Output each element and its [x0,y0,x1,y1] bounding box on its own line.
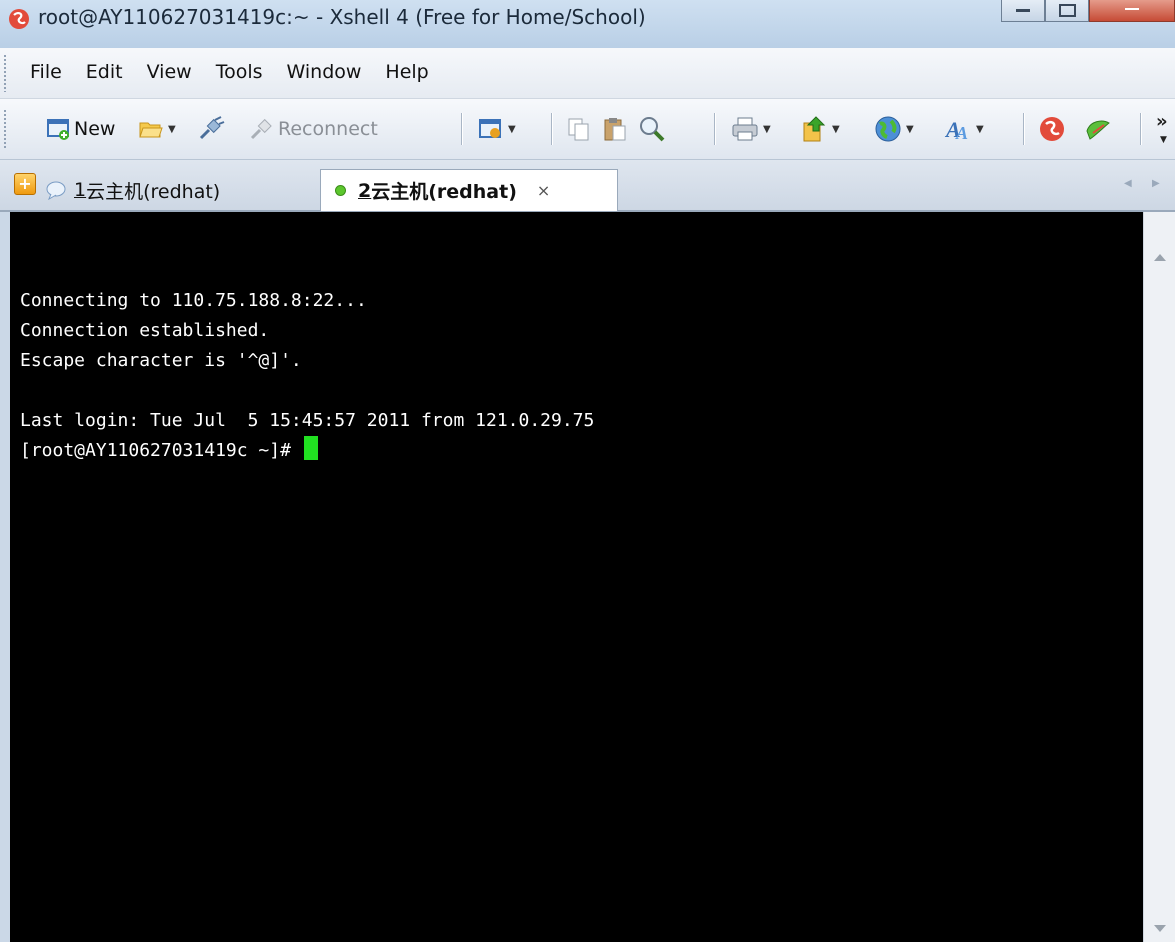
xftp-icon [1086,120,1110,140]
xshell-window: root@AY110627031419c:~ - Xshell 4 (Free … [0,0,1175,942]
tab-session-2[interactable]: 2 云主机(redhat) × [320,169,618,211]
copy-button[interactable] [566,113,592,145]
tab-scroll-right-icon[interactable]: ▶ [1152,178,1160,189]
terminal-cursor [303,436,318,460]
shell-prompt: [root@AY110627031419c ~]# [20,440,302,461]
minimize-button[interactable] [1001,0,1045,22]
paste-icon [604,118,626,141]
tab-number: 1 [74,179,87,201]
connect-button[interactable] [197,113,225,145]
close-icon [1125,8,1139,10]
paste-button[interactable] [602,113,628,145]
window-left-edge [0,212,10,942]
tab-session-1[interactable]: 1 云主机(redhat) [46,170,220,210]
chevron-down-icon[interactable]: ▼ [832,124,840,135]
terminal-view[interactable]: Connecting to 110.75.188.8:22... Connect… [10,212,1143,942]
tab-label: 云主机(redhat) [371,181,517,203]
font-icon: A A [944,117,968,143]
close-tab-icon[interactable]: × [537,181,550,200]
toolbar: New ▼ Reconnect ▼ ▼ ▼ ▼ A A ▼ » ▼ [0,99,1175,160]
chevron-down-icon[interactable]: ▼ [1160,135,1167,145]
terminal-output: Connecting to 110.75.188.8:22... Connect… [20,256,594,466]
xshell-logo-icon [1040,117,1064,141]
toolbar-separator [551,113,553,145]
connect-plug-icon [199,116,225,140]
folder-open-icon [139,122,163,138]
reconnect-icon [250,118,272,140]
menu-edit[interactable]: Edit [86,61,123,83]
maximize-icon [1058,4,1076,17]
new-tab-button[interactable]: + [14,173,36,195]
chevron-down-icon[interactable]: ▼ [508,124,516,135]
connected-status-icon [335,185,346,196]
magnifier-icon [640,117,665,142]
font-button[interactable]: A A ▼ [944,113,984,145]
toolbar-separator [1023,113,1025,145]
terminal-scrollbar[interactable] [1143,212,1175,942]
reconnect-label: Reconnect [278,118,378,140]
properties-button[interactable]: ▼ [478,113,516,145]
globe-icon [875,116,901,142]
globe-button[interactable]: ▼ [874,113,914,145]
new-session-icon [47,119,69,140]
transfer-button[interactable]: ▼ [800,113,840,145]
tab-label: 云主机(redhat) [86,180,221,203]
chevron-down-icon[interactable]: ▼ [976,124,984,135]
printer-icon [732,117,758,141]
reconnect-button[interactable]: Reconnect [248,113,378,145]
toolbar-overflow-button[interactable]: » [1156,111,1168,132]
xshell-app-icon[interactable] [8,8,30,30]
find-button[interactable] [638,113,666,145]
menubar-grip[interactable] [3,54,7,92]
properties-icon [479,119,501,138]
chat-bubble-icon [46,181,66,200]
caption-buttons [1001,0,1175,24]
copy-icon [568,118,589,141]
terminal-lines: Connecting to 110.75.188.8:22... Connect… [20,290,595,431]
scroll-down-icon[interactable] [1154,925,1166,932]
scroll-up-icon[interactable] [1154,254,1166,261]
xshell-button[interactable] [1038,113,1066,145]
title-bar: root@AY110627031419c:~ - Xshell 4 (Free … [0,0,1175,48]
close-window-button[interactable] [1089,0,1175,22]
toolbar-separator [461,113,463,145]
tab-number: 2 [358,179,372,202]
chevron-down-icon[interactable]: ▼ [168,124,176,135]
new-button[interactable]: New [46,113,115,145]
chevron-down-icon[interactable]: ▼ [906,124,914,135]
menu-window[interactable]: Window [287,61,362,83]
tab-scroll-left-icon[interactable]: ◀ [1124,178,1132,189]
open-button[interactable]: ▼ [138,113,176,145]
menu-help[interactable]: Help [385,61,428,83]
new-label: New [74,118,116,140]
xftp-button[interactable] [1084,113,1112,145]
chevron-down-icon[interactable]: ▼ [763,124,771,135]
menu-bar: File Edit View Tools Window Help [0,48,1175,99]
toolbar-separator [714,113,716,145]
maximize-button[interactable] [1045,0,1089,22]
menu-view[interactable]: View [147,61,192,83]
file-transfer-icon [803,116,826,142]
window-title: root@AY110627031419c:~ - Xshell 4 (Free … [38,5,646,29]
toolbar-grip[interactable] [3,109,7,149]
minimize-icon [1016,9,1030,12]
print-button[interactable]: ▼ [731,113,771,145]
svg-text:A: A [955,123,968,143]
menu-tools[interactable]: Tools [216,61,263,83]
menu-file[interactable]: File [30,61,62,83]
toolbar-separator [1140,113,1142,145]
session-tab-bar: + 1 云主机(redhat) 2 云主机(redhat) × ◀ ▶ [0,160,1175,212]
